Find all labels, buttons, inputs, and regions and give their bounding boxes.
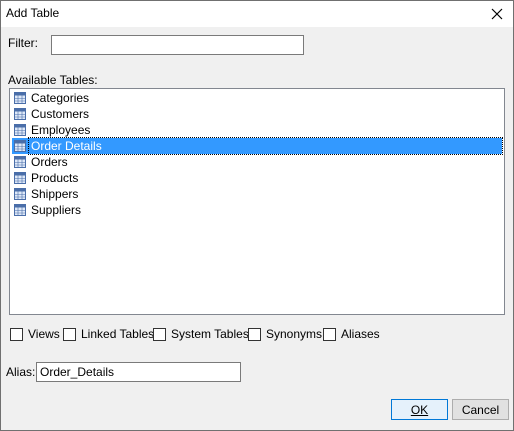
synonyms-label: Synonyms <box>266 327 323 341</box>
window-title: Add Table <box>6 6 60 20</box>
list-item-label: Categories <box>31 91 90 105</box>
list-item-order-details[interactable]: Order Details <box>12 137 503 155</box>
alias-label: Alias: <box>6 365 36 379</box>
filter-input[interactable] <box>51 35 304 55</box>
linked-tables-label: Linked Tables <box>81 327 155 341</box>
close-button[interactable] <box>481 1 513 27</box>
list-item-label: Order Details <box>28 137 503 155</box>
list-item-shippers[interactable]: Shippers <box>12 186 502 202</box>
synonyms-checkbox[interactable]: Synonyms <box>248 327 322 341</box>
table-icon <box>14 108 26 120</box>
list-item-label: Shippers <box>31 187 79 201</box>
available-tables-label: Available Tables: <box>8 73 98 87</box>
checkbox-box[interactable] <box>323 327 336 341</box>
filter-label: Filter: <box>8 36 38 50</box>
list-item-employees[interactable]: Employees <box>12 122 502 138</box>
table-icon <box>14 140 26 152</box>
alias-input[interactable]: Order_Details <box>36 362 241 382</box>
list-item-label: Orders <box>31 155 68 169</box>
checkbox-box[interactable] <box>248 327 261 341</box>
list-item-categories[interactable]: Categories <box>12 90 502 106</box>
available-tables-list[interactable]: Categories Customers Employees Order Det… <box>9 88 505 315</box>
cancel-button-label: Cancel <box>461 402 500 417</box>
table-icon <box>14 188 26 200</box>
checkbox-box[interactable] <box>153 327 166 341</box>
cancel-button[interactable]: Cancel <box>452 399 509 420</box>
list-item-customers[interactable]: Customers <box>12 106 502 122</box>
aliases-checkbox[interactable]: Aliases <box>323 327 380 341</box>
close-icon <box>491 8 503 20</box>
list-item-products[interactable]: Products <box>12 170 502 186</box>
list-item-orders[interactable]: Orders <box>12 154 502 170</box>
table-icon <box>14 172 26 184</box>
system-tables-checkbox[interactable]: System Tables <box>153 327 249 341</box>
list-item-label: Customers <box>31 107 90 121</box>
table-icon <box>14 124 26 136</box>
linked-tables-checkbox[interactable]: Linked Tables <box>63 327 154 341</box>
aliases-label: Aliases <box>341 327 380 341</box>
ok-button-label: OK <box>410 402 429 417</box>
checkbox-box[interactable] <box>10 327 23 341</box>
list-item-label: Products <box>31 171 79 185</box>
list-item-label: Suppliers <box>31 203 82 217</box>
list-item-suppliers[interactable]: Suppliers <box>12 202 502 218</box>
system-tables-label: System Tables <box>171 327 249 341</box>
table-icon <box>14 204 26 216</box>
add-table-dialog: Add Table Filter: Available Tables: Cate… <box>0 0 514 431</box>
title-bar: Add Table <box>1 1 513 27</box>
table-icon <box>14 92 26 104</box>
list-item-label: Employees <box>31 123 91 137</box>
table-icon <box>14 156 26 168</box>
views-checkbox[interactable]: Views <box>10 327 60 341</box>
checkbox-box[interactable] <box>63 327 76 341</box>
views-label: Views <box>28 327 60 341</box>
ok-button[interactable]: OK <box>391 399 448 420</box>
